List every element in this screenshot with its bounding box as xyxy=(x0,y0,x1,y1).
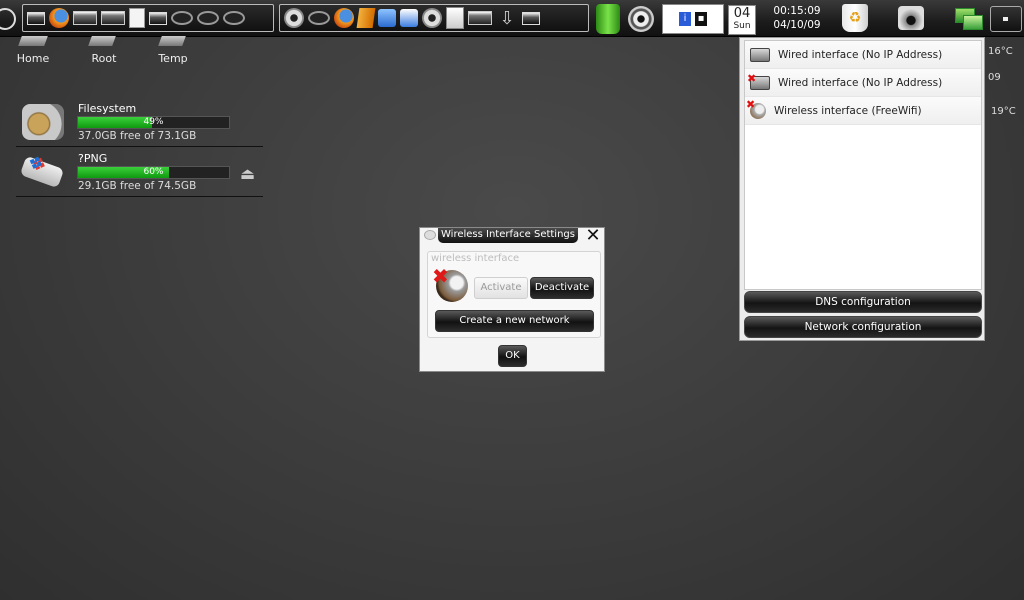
ring-icon[interactable] xyxy=(223,11,245,25)
launcher-group xyxy=(22,4,274,32)
dialog-title: Wireless Interface Settings xyxy=(438,228,578,243)
eject-icon[interactable]: ⏏ xyxy=(240,164,255,183)
drive-filesystem[interactable]: Filesystem 49% 37.0GB free of 73.1GB xyxy=(16,98,263,147)
window-icon[interactable] xyxy=(101,11,125,25)
temp-folder-icon[interactable] xyxy=(158,36,186,46)
usage-percent: 60% xyxy=(143,167,164,177)
interface-list: Wired interface (No IP Address) ✖ Wired … xyxy=(744,40,982,290)
root-folder-icon[interactable] xyxy=(88,36,116,46)
drive-name: Filesystem xyxy=(78,102,137,115)
dns-configuration-button[interactable]: DNS configuration xyxy=(744,291,982,313)
ring-icon[interactable] xyxy=(171,11,193,25)
drive-free-space: 37.0GB free of 73.1GB xyxy=(78,130,197,142)
network-dropdown: Wired interface (No IP Address) ✖ Wired … xyxy=(739,37,985,341)
usage-percent: 49% xyxy=(143,117,164,127)
recycle-bin-icon[interactable]: ♻ xyxy=(842,4,868,32)
desktop-icon-temp[interactable]: Temp xyxy=(143,52,203,65)
minimize-icon[interactable] xyxy=(424,230,436,240)
activate-button[interactable]: Activate xyxy=(474,277,528,299)
weather-temp-high: 16°C xyxy=(988,46,1013,57)
calendar-weekday: Sun xyxy=(733,21,751,31)
window-icon[interactable] xyxy=(522,11,540,25)
calendar-day: 04 xyxy=(733,6,751,21)
wireless-settings-dialog: Wireless Interface Settings ✕ wireless i… xyxy=(419,227,605,372)
list-item[interactable]: ✖ Wired interface (No IP Address) xyxy=(745,69,981,97)
paint-icon[interactable] xyxy=(400,9,418,27)
camera-icon[interactable] xyxy=(898,6,924,30)
shell-icon[interactable] xyxy=(284,8,304,28)
clock-date: 04/10/09 xyxy=(773,19,821,31)
list-item[interactable]: ✖ Wireless interface (FreeWifi) xyxy=(745,97,981,125)
green-trash-icon[interactable] xyxy=(596,4,620,34)
page-icon[interactable] xyxy=(129,8,145,28)
usage-bar: 49% xyxy=(77,116,230,129)
interface-label: Wireless interface (FreeWifi) xyxy=(774,104,922,117)
wired-network-icon xyxy=(750,47,770,62)
drive-free-space: 29.1GB free of 74.5GB xyxy=(78,180,197,192)
blue-app-icon[interactable] xyxy=(378,9,396,27)
interface-label: Wired interface (No IP Address) xyxy=(778,48,943,61)
firefox-icon[interactable] xyxy=(49,8,69,28)
wireless-dish-icon: ✖ xyxy=(746,98,766,119)
deactivate-button[interactable]: Deactivate xyxy=(530,277,594,299)
clock-time: 00:15:09 xyxy=(773,5,821,17)
taskbar-group: ⇩ xyxy=(279,4,589,32)
usb-drive-icon xyxy=(19,155,65,189)
desktop-icon-home[interactable]: Home xyxy=(3,52,63,65)
network-icon[interactable] xyxy=(955,8,983,30)
ring-icon[interactable] xyxy=(197,11,219,25)
orange-app-icon[interactable] xyxy=(356,8,376,28)
info-icon[interactable]: i ▪ xyxy=(662,4,724,34)
window-icon[interactable] xyxy=(468,11,492,25)
firefox-icon[interactable] xyxy=(334,8,354,28)
desktop-icon-root[interactable]: Root xyxy=(74,52,134,65)
ok-button[interactable]: OK xyxy=(498,345,527,367)
interface-label: Wired interface (No IP Address) xyxy=(778,76,943,89)
menu-icon[interactable] xyxy=(0,8,16,30)
error-x-icon: ✖ xyxy=(746,97,756,111)
clock[interactable]: 00:15:09 04/10/09 xyxy=(758,4,836,32)
weather-date-fragment: 09 xyxy=(988,72,1001,83)
download-arrow-icon[interactable]: ⇩ xyxy=(496,7,518,29)
close-icon[interactable]: ✕ xyxy=(584,227,602,245)
show-desktop-button[interactable] xyxy=(990,6,1022,32)
wireless-interface-group: wireless interface ✖ Activate Deactivate… xyxy=(427,251,601,338)
document-icon[interactable] xyxy=(446,7,464,29)
home-folder-icon[interactable] xyxy=(18,36,48,46)
ring-icon[interactable] xyxy=(308,11,330,25)
window-icon[interactable] xyxy=(73,11,97,25)
window-icon[interactable] xyxy=(149,11,167,25)
top-panel: ⇩ i ▪ 04 Sun 00:15:09 04/10/09 ♻ xyxy=(0,0,1024,37)
create-network-button[interactable]: Create a new network xyxy=(435,310,594,332)
wired-network-icon: ✖ xyxy=(747,72,770,90)
error-x-icon: ✖ xyxy=(747,71,757,85)
list-item[interactable]: Wired interface (No IP Address) xyxy=(745,41,981,69)
drive-png[interactable]: ?PNG 60% 29.1GB free of 74.5GB ⏏ xyxy=(16,148,263,197)
usage-bar: 60% xyxy=(77,166,230,179)
calendar-widget[interactable]: 04 Sun xyxy=(728,5,756,35)
network-configuration-button[interactable]: Network configuration xyxy=(744,316,982,338)
drive-name: ?PNG xyxy=(78,152,108,165)
error-x-icon: ✖ xyxy=(432,264,449,288)
window-icon[interactable] xyxy=(27,11,45,25)
film-icon[interactable] xyxy=(422,8,442,28)
group-label: wireless interface xyxy=(431,253,520,264)
disc-icon[interactable] xyxy=(628,6,654,32)
hard-drive-icon xyxy=(22,104,64,140)
weather-temp-low: 19°C xyxy=(991,106,1016,117)
